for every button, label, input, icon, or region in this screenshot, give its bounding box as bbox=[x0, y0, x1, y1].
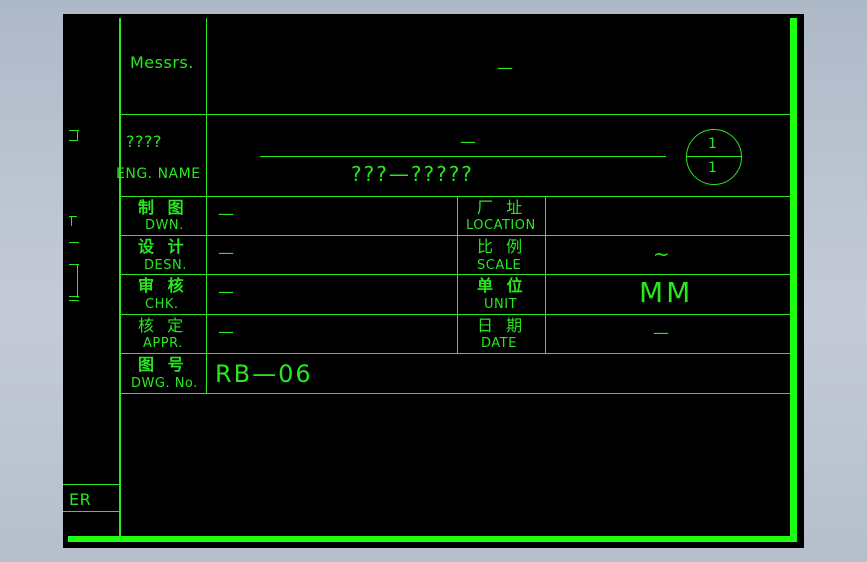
date-label-cn: 日 期 bbox=[477, 316, 527, 335]
check-value: — bbox=[218, 282, 235, 301]
eng-name-value: — bbox=[460, 132, 477, 151]
check-label-en: CHK. bbox=[145, 297, 179, 312]
design-value: — bbox=[218, 243, 235, 262]
er-cell-bottom bbox=[63, 511, 120, 512]
left-column-line bbox=[206, 18, 207, 394]
frame-right-border bbox=[790, 18, 797, 542]
frame-bottom-border bbox=[68, 536, 797, 542]
project-underline bbox=[260, 156, 666, 157]
edge-tick bbox=[69, 242, 79, 243]
edge-tick bbox=[69, 140, 78, 141]
row-line bbox=[120, 353, 790, 354]
edge-tick bbox=[77, 130, 78, 140]
unit-label-cn: 单 位 bbox=[477, 276, 527, 295]
er-cell-top bbox=[63, 484, 120, 485]
col-divider bbox=[545, 196, 546, 353]
edge-tick bbox=[69, 296, 79, 297]
sheet-circle: 1 1 bbox=[686, 129, 742, 185]
drawn-value: — bbox=[218, 204, 235, 223]
approve-value: — bbox=[218, 322, 235, 341]
left-strip-label: ER bbox=[69, 490, 92, 509]
sheet-number: 1 bbox=[708, 136, 718, 152]
date-value: — bbox=[653, 323, 670, 342]
edge-tick bbox=[69, 300, 79, 301]
row-line bbox=[120, 314, 790, 315]
location-label-en: LOCATION bbox=[466, 218, 536, 233]
row-line bbox=[120, 114, 790, 115]
scale-label-en: SCALE bbox=[477, 258, 522, 273]
design-label-en: DESN. bbox=[144, 258, 187, 273]
drawing-canvas[interactable]: ER Messrs. — ???? ENG. NAME — ???—????? … bbox=[63, 14, 804, 548]
row-line bbox=[120, 393, 790, 394]
dwgno-label-cn: 图 号 bbox=[138, 355, 188, 374]
dwgno-value: RB—06 bbox=[215, 360, 313, 388]
unit-label-en: UNIT bbox=[484, 297, 518, 312]
sheet-circle-divider bbox=[687, 156, 741, 157]
unit-value: MM bbox=[639, 276, 694, 309]
dwgno-label-en: DWG. No. bbox=[131, 376, 198, 391]
sheet-total: 1 bbox=[708, 160, 718, 176]
scale-value: ~ bbox=[653, 242, 671, 266]
edge-tick bbox=[77, 264, 78, 298]
approve-label-cn: 核 定 bbox=[138, 316, 188, 335]
col-divider bbox=[457, 196, 458, 353]
location-label-cn: 厂 址 bbox=[477, 198, 527, 217]
messrs-value: — bbox=[497, 58, 514, 77]
row-line bbox=[120, 274, 790, 275]
left-strip-line bbox=[119, 18, 121, 536]
row-line bbox=[120, 196, 790, 197]
scale-label-cn: 比 例 bbox=[477, 237, 527, 256]
drawn-label-en: DWN. bbox=[145, 218, 184, 233]
approve-label-en: APPR. bbox=[143, 336, 183, 351]
project-value: ???—????? bbox=[351, 162, 474, 186]
messrs-label: Messrs. bbox=[130, 53, 194, 72]
row-line bbox=[120, 235, 790, 236]
eng-name-label: ???? bbox=[126, 132, 162, 151]
edge-tick bbox=[71, 216, 72, 226]
date-label-en: DATE bbox=[481, 336, 517, 351]
eng-name-en-label: ENG. NAME bbox=[116, 166, 201, 182]
design-label-cn: 设 计 bbox=[138, 237, 188, 256]
check-label-cn: 审 核 bbox=[138, 276, 188, 295]
drawn-label-cn: 制 图 bbox=[138, 198, 188, 217]
